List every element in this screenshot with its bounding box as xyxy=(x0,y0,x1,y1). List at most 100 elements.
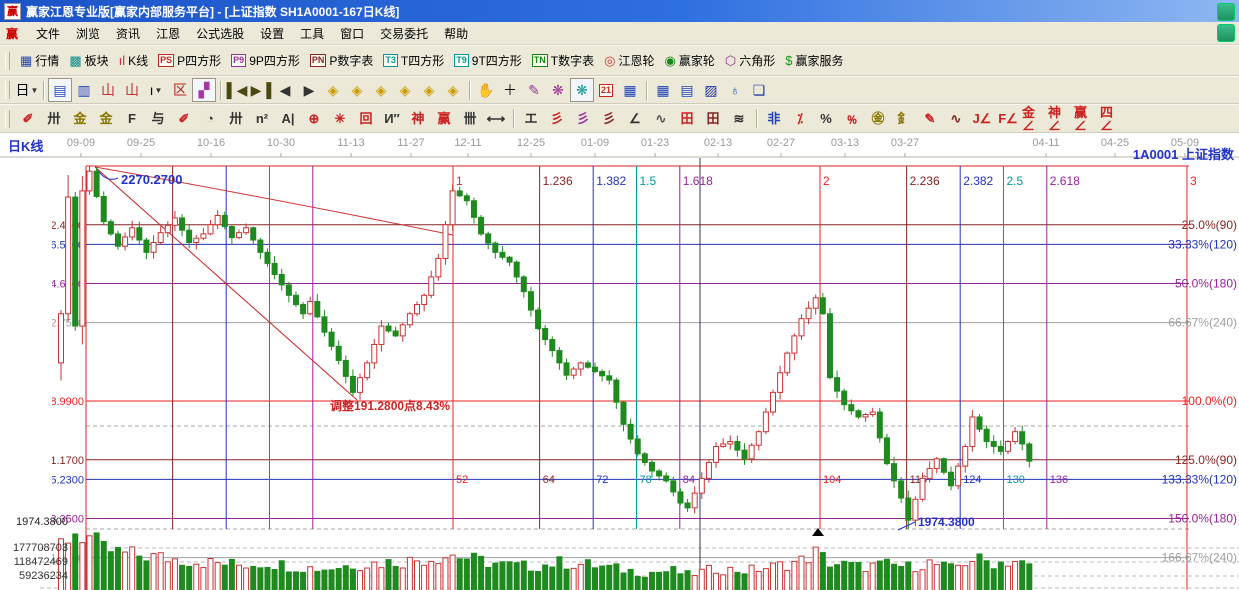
gann-wheel-button[interactable]: ◎江恩轮 xyxy=(599,49,659,73)
menu-item-1[interactable]: 浏览 xyxy=(68,25,108,43)
menu-item-9[interactable]: 帮助 xyxy=(436,25,476,43)
grid-square-button[interactable]: 田 xyxy=(674,107,700,131)
v-compress-diamond-button[interactable]: ◈ xyxy=(417,78,441,102)
parallel-lines-button[interactable]: ≋ xyxy=(726,107,752,131)
shrink-left-diamond-button[interactable]: ◈ xyxy=(321,78,345,102)
circle-cross-button[interactable]: ⊕ xyxy=(301,107,327,131)
percent-button[interactable]: % xyxy=(813,107,839,131)
comb-lines-button[interactable]: 卅 xyxy=(41,107,67,131)
square-spiral-button[interactable]: 回 xyxy=(353,107,379,131)
data-table-button[interactable]: ▦ xyxy=(651,78,675,102)
ying-tool-button[interactable]: 赢 xyxy=(431,107,457,131)
t-square-button[interactable]: T3T四方形 xyxy=(378,49,449,73)
n-square-button[interactable]: n² xyxy=(249,107,275,131)
menu-item-2[interactable]: 资讯 xyxy=(108,25,148,43)
gann-wheel-small-button[interactable]: ✳ xyxy=(327,107,353,131)
nine-t-square-button[interactable]: T99T四方形 xyxy=(449,49,527,73)
width-measure-button[interactable]: ⟷ xyxy=(483,107,509,131)
a-ruler-button[interactable]: A| xyxy=(275,107,301,131)
marker-tool-button[interactable]: ✐ xyxy=(171,107,197,131)
period-day-dropdown-button[interactable]: 日▼ xyxy=(15,78,39,102)
gold-ruler-button[interactable]: 釒 xyxy=(891,107,917,131)
chart-area[interactable]: 09-0909-2510-1610-3011-1311-2712-1112-25… xyxy=(0,133,1239,590)
rate-lines-button[interactable]: ﹪ xyxy=(839,107,865,131)
shen-tool-button[interactable]: 神 xyxy=(405,107,431,131)
gold-grid2-button[interactable]: 金 xyxy=(93,107,119,131)
draw-line-button[interactable]: ✎ xyxy=(522,78,546,102)
menu-item-5[interactable]: 设置 xyxy=(252,25,292,43)
gann-spiral-button[interactable]: 与 xyxy=(145,107,171,131)
export-print-button[interactable]: ❏ xyxy=(747,78,771,102)
percent-drop-button[interactable]: ⁒ xyxy=(787,107,813,131)
sectors-button[interactable]: ▩板块 xyxy=(64,49,113,73)
clock-cycle-button[interactable]: ◔ xyxy=(197,107,223,131)
winner-service-button[interactable]: $赢家服务 xyxy=(780,49,848,73)
shen-angle-button[interactable]: 神∠ xyxy=(1047,107,1073,131)
gold-angle-button[interactable]: 金∠ xyxy=(1021,107,1047,131)
next-bar-button[interactable]: ▶ xyxy=(297,78,321,102)
cycle-brush-button[interactable]: ✎ xyxy=(917,107,943,131)
calendar-button[interactable]: 21 xyxy=(594,78,618,102)
color-kline-button[interactable]: ▞ xyxy=(192,78,216,102)
pencil-tool-button[interactable]: ✐ xyxy=(15,107,41,131)
bar3-view-button[interactable]: 山 xyxy=(96,78,120,102)
gold-grid-button[interactable]: 金 xyxy=(67,107,93,131)
expand-right-diamond-button[interactable]: ◈ xyxy=(345,78,369,102)
bar9-view-button[interactable]: 山 xyxy=(120,78,144,102)
h-expand-diamond-button[interactable]: ◈ xyxy=(369,78,393,102)
f-ruler-button[interactable]: F xyxy=(119,107,145,131)
zigzag-wave-button[interactable]: ∿ xyxy=(648,107,674,131)
menu-item-7[interactable]: 窗口 xyxy=(332,25,372,43)
quotes-button[interactable]: ▦行情 xyxy=(15,49,64,73)
j-angle-button[interactable]: J∠ xyxy=(969,107,995,131)
save-button[interactable]: ▨ xyxy=(699,78,723,102)
full-view-diamond-button[interactable]: ◈ xyxy=(441,78,465,102)
last-page-button[interactable]: ▶▐ xyxy=(249,78,273,102)
fan-lines-button[interactable]: 彡 xyxy=(544,107,570,131)
notepad-button[interactable]: ▤ xyxy=(675,78,699,102)
count-grid-button[interactable]: 卌 xyxy=(457,107,483,131)
wave-tool-button[interactable]: ❋ xyxy=(570,78,594,102)
prev-bar-button[interactable]: ◀ xyxy=(273,78,297,102)
fan-box2-button[interactable]: 彡 xyxy=(596,107,622,131)
angle-lines-button[interactable]: ∠ xyxy=(622,107,648,131)
skin-button[interactable] xyxy=(1217,3,1235,21)
fan-box-button[interactable]: 彡 xyxy=(570,107,596,131)
menu-item-4[interactable]: 公式选股 xyxy=(188,25,252,43)
p-number-table-button[interactable]: PNP数字表 xyxy=(305,49,379,73)
p-square-button[interactable]: PSP四方形 xyxy=(153,49,226,73)
hexagon-button[interactable]: ⬡六角形 xyxy=(720,49,780,73)
menu-item-3[interactable]: 江恩 xyxy=(148,25,188,43)
price-count-button[interactable]: 非 xyxy=(761,107,787,131)
skin-button-2[interactable] xyxy=(1217,24,1235,42)
gann-net-button[interactable]: ❋ xyxy=(546,78,570,102)
comb-lines2-button[interactable]: 卅 xyxy=(223,107,249,131)
ying-angle-button[interactable]: 赢∠ xyxy=(1073,107,1099,131)
kline-button[interactable]: ılK线 xyxy=(114,49,154,73)
info-view-button[interactable]: ▥ xyxy=(72,78,96,102)
crosshair-tool-button[interactable]: ＋ xyxy=(498,78,522,102)
menu-item-6[interactable]: 工具 xyxy=(292,25,332,43)
f-angle-button[interactable]: F∠ xyxy=(995,107,1021,131)
kn-marker-button[interactable]: И″ xyxy=(379,107,405,131)
calculator-button[interactable]: ▦ xyxy=(618,78,642,102)
window-layout-button[interactable]: ▤ xyxy=(48,78,72,102)
gold-angle-icon: 金∠ xyxy=(1022,106,1046,132)
grid-square2-button[interactable]: 田 xyxy=(700,107,726,131)
t-number-table-button[interactable]: TNT数字表 xyxy=(527,49,599,73)
hand-tool-button[interactable]: ✋ xyxy=(474,78,498,102)
box-frame-button[interactable]: エ xyxy=(518,107,544,131)
candle-style-dropdown-button[interactable]: ı▼ xyxy=(144,78,168,102)
menu-item-0[interactable]: 文件 xyxy=(28,25,68,43)
pattern-box-button[interactable]: 区 xyxy=(168,78,192,102)
winner-wheel-button[interactable]: ◉赢家轮 xyxy=(660,49,720,73)
menu-item-8[interactable]: 交易委托 xyxy=(372,25,436,43)
si-angle-button[interactable]: 四∠ xyxy=(1099,107,1125,131)
kline-chart[interactable]: 09-0909-2510-1610-3011-1311-2712-1112-25… xyxy=(0,134,1239,590)
nine-p-square-button[interactable]: P99P四方形 xyxy=(226,49,305,73)
wave-angle-button[interactable]: ∿ xyxy=(943,107,969,131)
gold-circle-button[interactable]: ㊎ xyxy=(865,107,891,131)
first-page-button[interactable]: ▌◀ xyxy=(225,78,249,102)
h-compress-diamond-button[interactable]: ◈ xyxy=(393,78,417,102)
search-globe-button[interactable]: ♁ xyxy=(723,78,747,102)
